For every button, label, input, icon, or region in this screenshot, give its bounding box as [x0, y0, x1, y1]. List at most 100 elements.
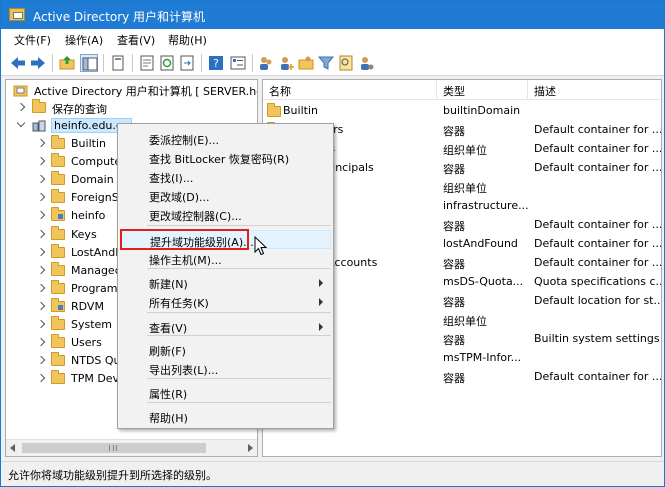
- tree-item-domain[interactable]: heinfo.edu.cn: [10, 117, 132, 135]
- forward-arrow-icon[interactable]: [29, 54, 47, 72]
- context-menu-item[interactable]: 更改域(D)...: [120, 186, 331, 205]
- context-menu-item[interactable]: 更改域控制器(C)...: [120, 205, 331, 224]
- table-cell-type: 组织单位: [443, 315, 487, 328]
- tree-item[interactable]: Program: [10, 279, 120, 298]
- folder-icon: [51, 261, 65, 276]
- toolbar-separator: [201, 54, 202, 72]
- chevron-right-icon[interactable]: [36, 355, 46, 365]
- show-tree-icon[interactable]: [80, 54, 98, 72]
- chevron-right-icon[interactable]: [36, 265, 46, 274]
- tree-item[interactable]: RDVM: [10, 297, 120, 316]
- table-cell-type: 容器: [443, 372, 465, 385]
- tree-root[interactable]: Active Directory 用户和计算机 [ SERVER.hei: [10, 81, 258, 99]
- tree-item[interactable]: ForeignSe: [10, 189, 125, 207]
- table-cell-type: 容器: [443, 163, 465, 176]
- context-menu-item[interactable]: 属性(R): [120, 383, 331, 402]
- table-cell-type: 容器: [443, 220, 465, 233]
- tree-item[interactable]: TPM Devi: [10, 370, 123, 388]
- tree-item-label: TPM Devi: [71, 372, 123, 386]
- chevron-right-icon[interactable]: [36, 301, 46, 311]
- refresh-icon[interactable]: [158, 54, 176, 72]
- menu-help[interactable]: 帮助(H): [168, 32, 207, 48]
- chevron-down-icon[interactable]: [16, 118, 26, 128]
- main-window: Active Directory 用户和计算机 文件(F) 操作(A) 查看(V…: [0, 0, 665, 487]
- context-menu-item[interactable]: 查看(V): [120, 317, 331, 336]
- submenu-arrow-icon: [319, 298, 323, 306]
- tree-item[interactable]: Keys: [10, 225, 120, 244]
- tree-item[interactable]: heinfo: [10, 207, 120, 225]
- folder-icon: [51, 370, 65, 385]
- chevron-right-icon[interactable]: [36, 156, 46, 166]
- tree-item[interactable]: Users: [10, 334, 120, 352]
- tree-item[interactable]: NTDS Qu: [10, 352, 121, 370]
- chevron-right-icon[interactable]: [16, 102, 26, 112]
- context-menu-item-label: 委派控制(E)...: [149, 134, 220, 147]
- context-menu-item[interactable]: 刷新(F): [120, 340, 331, 359]
- column-header-description[interactable]: 描述: [528, 80, 661, 100]
- context-menu-item[interactable]: 导出列表(L)...: [120, 359, 331, 378]
- column-header-type[interactable]: 类型: [437, 80, 528, 100]
- context-menu-item[interactable]: 委派控制(E)...: [120, 129, 331, 148]
- chevron-right-icon[interactable]: [36, 174, 46, 184]
- export-list-icon[interactable]: [178, 54, 196, 72]
- folder-icon: [51, 225, 65, 240]
- title-bar[interactable]: Active Directory 用户和计算机: [1, 1, 664, 29]
- context-menu-item[interactable]: 操作主机(M)...: [120, 249, 331, 268]
- submenu-arrow-icon: [319, 323, 323, 331]
- tree-item[interactable]: Builtin: [10, 135, 120, 153]
- table-row[interactable]: Builtin builtinDomain: [263, 101, 661, 120]
- tree-root-label: Active Directory 用户和计算机 [ SERVER.hei: [34, 85, 258, 98]
- context-menu-item[interactable]: 查找(I)...: [120, 167, 331, 186]
- chevron-right-icon[interactable]: [36, 229, 46, 238]
- properties-icon[interactable]: [138, 54, 156, 72]
- up-folder-icon[interactable]: [58, 54, 76, 72]
- context-menu-item[interactable]: 查找 BitLocker 恢复密码(R): [120, 148, 331, 167]
- filter-icon[interactable]: [317, 54, 335, 72]
- menu-separator: [147, 225, 331, 226]
- chevron-right-icon[interactable]: [36, 211, 46, 220]
- chevron-right-icon[interactable]: [36, 374, 46, 383]
- tree-item[interactable]: LostAndF: [10, 243, 122, 262]
- tree-item-saved-queries[interactable]: 保存的查询: [10, 99, 210, 117]
- group-icon[interactable]: [297, 54, 315, 72]
- menu-action[interactable]: 操作(A): [65, 32, 103, 48]
- help-icon[interactable]: ?: [207, 54, 225, 72]
- scroll-right-icon[interactable]: [248, 444, 253, 452]
- context-menu-item-label: 新建(N): [149, 278, 188, 291]
- copy-icon[interactable]: [109, 54, 127, 72]
- context-menu-item[interactable]: 所有任务(K): [120, 292, 331, 311]
- tree-item[interactable]: Domain C: [10, 171, 125, 189]
- find-icon[interactable]: [337, 54, 355, 72]
- add-user-icon[interactable]: [277, 54, 295, 72]
- horizontal-scrollbar[interactable]: [6, 439, 257, 456]
- context-menu-item-label: 更改域控制器(C)...: [149, 210, 242, 223]
- table-cell-type: 容器: [443, 296, 465, 309]
- menu-view[interactable]: 查看(V): [117, 32, 155, 48]
- table-cell-type: infrastructure...: [443, 199, 529, 212]
- chevron-right-icon[interactable]: [36, 319, 46, 329]
- tree-item[interactable]: Compute: [10, 153, 121, 171]
- table-cell-type: 组织单位: [443, 182, 487, 195]
- chevron-right-icon[interactable]: [36, 138, 46, 148]
- context-menu-item[interactable]: 帮助(H): [120, 407, 331, 426]
- context-menu-item[interactable]: 新建(N): [120, 273, 331, 292]
- domain-icon: [32, 120, 46, 132]
- column-header-name[interactable]: 名称: [263, 80, 437, 100]
- scroll-left-icon[interactable]: [10, 444, 15, 452]
- menu-separator: [147, 378, 331, 379]
- tree-item[interactable]: System: [10, 316, 120, 334]
- back-arrow-icon[interactable]: [9, 54, 27, 72]
- console-tree-icon[interactable]: [229, 54, 247, 72]
- chevron-right-icon[interactable]: [36, 337, 46, 347]
- tree-item-label: Managed: [71, 263, 122, 277]
- chevron-right-icon[interactable]: [36, 247, 46, 256]
- menu-file[interactable]: 文件(F): [14, 32, 51, 48]
- chevron-right-icon[interactable]: [36, 283, 46, 293]
- tree-item[interactable]: Managed: [10, 261, 122, 280]
- context-menu-item-label: 更改域(D)...: [149, 191, 210, 204]
- toolbar-separator: [252, 54, 253, 72]
- toolbar-separator: [52, 54, 53, 72]
- users-icon[interactable]: [257, 54, 275, 72]
- delegate-icon[interactable]: [357, 54, 375, 72]
- chevron-right-icon[interactable]: [36, 193, 46, 202]
